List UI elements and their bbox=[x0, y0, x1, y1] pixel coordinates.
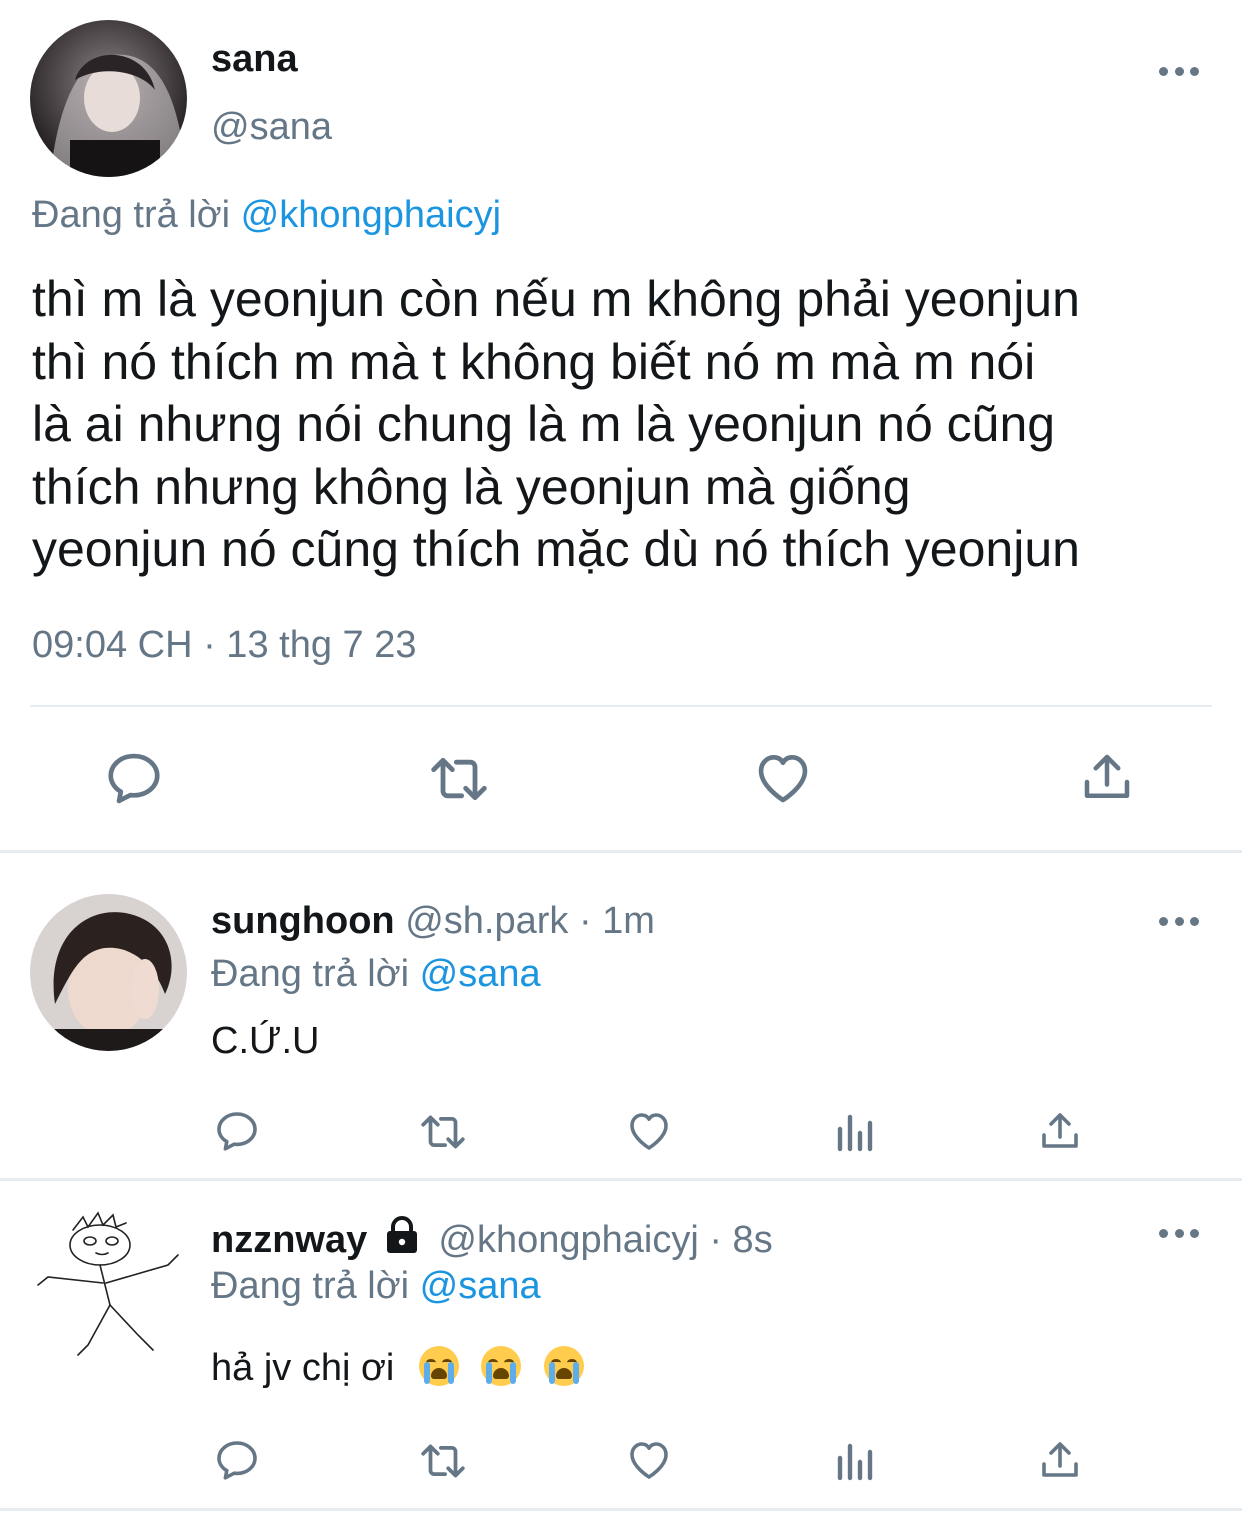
share-icon[interactable] bbox=[1077, 747, 1137, 807]
handle[interactable]: @khongphaicyj bbox=[438, 1219, 698, 1261]
share-icon[interactable] bbox=[1036, 1107, 1084, 1155]
separator bbox=[0, 1508, 1242, 1511]
retweet-icon[interactable] bbox=[418, 1107, 468, 1157]
analytics-icon[interactable] bbox=[832, 1107, 880, 1155]
replying-to: Đang trả lời @sana bbox=[211, 1265, 541, 1308]
loudly-crying-face-emoji bbox=[418, 1346, 459, 1386]
like-icon[interactable] bbox=[625, 1107, 673, 1155]
display-name[interactable]: sana bbox=[211, 38, 298, 81]
handle[interactable]: @sana bbox=[211, 106, 332, 149]
replying-prefix: Đang trả lời bbox=[32, 194, 231, 236]
avatar[interactable] bbox=[30, 894, 187, 1051]
retweet-icon[interactable] bbox=[427, 747, 491, 811]
timestamp[interactable]: 09:04 CH · 13 thg 7 23 bbox=[32, 624, 416, 667]
replying-to: Đang trả lời @sana bbox=[211, 953, 541, 996]
replying-prefix: Đang trả lời bbox=[211, 1265, 410, 1307]
tweet-text-line: yeonjun nó cũng thích mặc dù nó thích ye… bbox=[32, 521, 1080, 577]
replying-to: Đang trả lời @khongphaicyj bbox=[32, 194, 501, 237]
lock-icon bbox=[382, 1216, 422, 1264]
like-icon[interactable] bbox=[752, 747, 814, 809]
tweet-text-line: thích nhưng không là yeonjun mà giống bbox=[32, 458, 911, 515]
separator bbox=[0, 850, 1242, 853]
replying-to-link[interactable]: @sana bbox=[420, 953, 541, 995]
more-options-icon[interactable] bbox=[1159, 911, 1199, 931]
loudly-crying-face-emoji bbox=[544, 1346, 585, 1386]
analytics-icon[interactable] bbox=[832, 1436, 880, 1484]
tweet-text-line: là ai nhưng nói chung là m là yeonjun nó… bbox=[32, 396, 1056, 452]
display-name[interactable]: nzznway bbox=[211, 1219, 367, 1261]
divider bbox=[30, 705, 1212, 707]
tweet-text: hả jv chị ơi bbox=[211, 1346, 585, 1390]
tweet-text-line: thì m là yeonjun còn nếu m không phải ye… bbox=[32, 271, 1080, 327]
display-name[interactable]: sunghoon bbox=[211, 900, 395, 942]
more-options-icon[interactable] bbox=[1159, 61, 1199, 81]
replying-prefix: Đang trả lời bbox=[211, 953, 410, 995]
tweet-text-content: hả jv chị ơi bbox=[211, 1347, 395, 1389]
handle[interactable]: @sh.park bbox=[405, 900, 568, 942]
tweet-text: thì m là yeonjun còn nếu m không phải ye… bbox=[32, 268, 1080, 581]
loudly-crying-face-emoji bbox=[481, 1346, 522, 1386]
replying-to-link[interactable]: @khongphaicyj bbox=[241, 194, 501, 236]
separator bbox=[0, 1178, 1242, 1181]
avatar[interactable] bbox=[30, 20, 187, 177]
tweet-text-line: thì nó thích m mà t không biết nó m mà m… bbox=[32, 333, 1036, 390]
replying-to-link[interactable]: @sana bbox=[420, 1265, 541, 1307]
more-options-icon[interactable] bbox=[1159, 1223, 1199, 1243]
share-icon[interactable] bbox=[1036, 1436, 1084, 1484]
time[interactable]: · 8s bbox=[709, 1219, 772, 1261]
retweet-icon[interactable] bbox=[418, 1436, 468, 1486]
reply-icon[interactable] bbox=[213, 1107, 261, 1155]
tweet-text: C.Ứ.U bbox=[211, 1020, 320, 1062]
reply-icon[interactable] bbox=[213, 1436, 261, 1484]
time[interactable]: · 1m bbox=[579, 900, 655, 942]
avatar[interactable] bbox=[28, 1205, 185, 1362]
tweet-header: nzznway @khongphaicyj · 8s bbox=[211, 1216, 773, 1264]
tweet-header: sunghoon @sh.park · 1m bbox=[211, 900, 655, 943]
like-icon[interactable] bbox=[625, 1436, 673, 1484]
reply-icon[interactable] bbox=[103, 747, 165, 809]
